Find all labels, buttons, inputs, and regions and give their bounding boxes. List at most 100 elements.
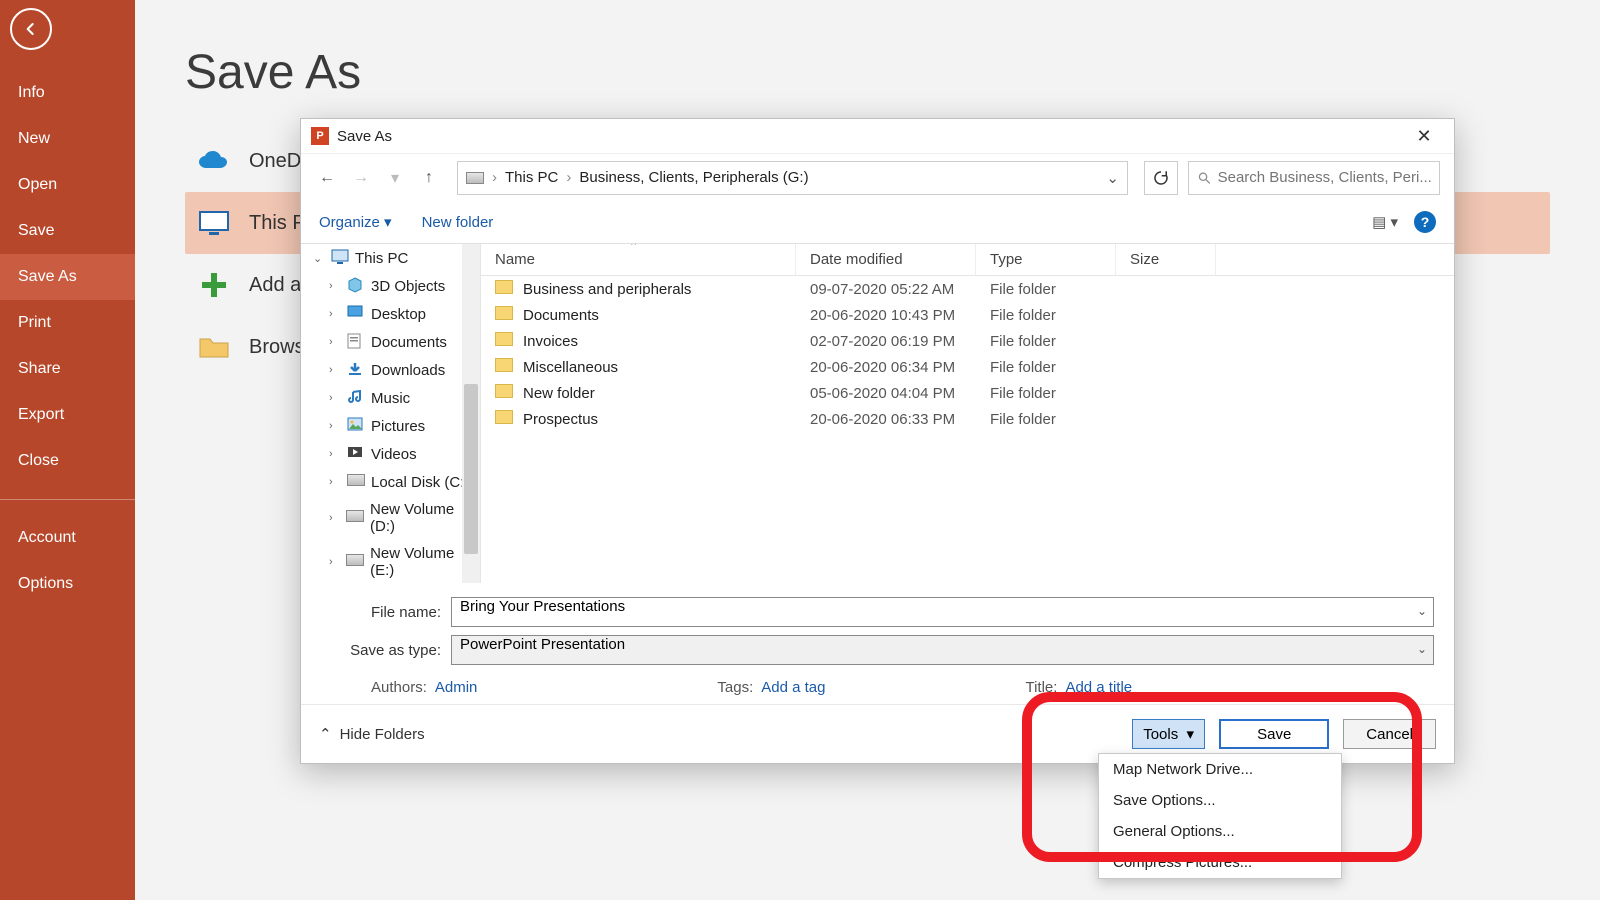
- sidebar-separator: [0, 499, 135, 500]
- tree-item[interactable]: › New Volume (D:): [301, 496, 480, 540]
- authors-value[interactable]: Admin: [435, 679, 478, 696]
- filename-label: File name:: [321, 604, 451, 621]
- tree-item[interactable]: ›New Volume (E:): [301, 540, 480, 583]
- sidebar-item-save[interactable]: Save: [0, 208, 135, 254]
- view-button[interactable]: ▤ ▾: [1372, 213, 1398, 231]
- breadcrumb-sep: ›: [566, 169, 571, 186]
- file-row[interactable]: Invoices02-07-2020 06:19 PMFile folder: [481, 328, 1454, 354]
- monitor-icon: [197, 206, 231, 240]
- filename-input[interactable]: Bring Your Presentations⌄: [451, 597, 1434, 627]
- breadcrumb-seg[interactable]: This PC: [505, 169, 558, 186]
- title-value[interactable]: Add a title: [1065, 679, 1132, 696]
- chevron-down-icon[interactable]: ⌄: [1417, 604, 1427, 618]
- tree-item[interactable]: ›Downloads: [301, 356, 480, 384]
- savetype-combo[interactable]: PowerPoint Presentation⌄: [451, 635, 1434, 665]
- chevron-icon[interactable]: ›: [329, 392, 341, 404]
- cancel-button[interactable]: Cancel: [1343, 719, 1436, 749]
- tree-scrollbar[interactable]: [462, 244, 480, 583]
- nav-back-button[interactable]: ←: [315, 166, 339, 190]
- tree-item[interactable]: ›3D Objects: [301, 272, 480, 300]
- chevron-icon[interactable]: ›: [329, 336, 341, 348]
- col-date[interactable]: Date modified: [796, 244, 976, 275]
- organize-button[interactable]: Organize ▾: [319, 213, 392, 231]
- refresh-button[interactable]: [1144, 161, 1178, 195]
- chevron-down-icon[interactable]: ⌄: [1106, 169, 1119, 187]
- chevron-icon[interactable]: ›: [329, 420, 341, 432]
- chevron-icon[interactable]: ›: [329, 308, 341, 320]
- sidebar-item-info[interactable]: Info: [0, 70, 135, 116]
- nav-recent-button[interactable]: ▾: [383, 166, 407, 190]
- help-button[interactable]: ?: [1414, 211, 1436, 233]
- menu-general-options[interactable]: General Options...: [1099, 816, 1341, 847]
- down-icon: [347, 361, 365, 379]
- search-box[interactable]: [1188, 161, 1440, 195]
- breadcrumb-sep: ›: [492, 169, 497, 186]
- menu-save-options[interactable]: Save Options...: [1099, 785, 1341, 816]
- sidebar-item-options[interactable]: Options: [0, 561, 135, 607]
- col-type[interactable]: Type: [976, 244, 1116, 275]
- sidebar-item-print[interactable]: Print: [0, 300, 135, 346]
- tree-item[interactable]: ›Videos: [301, 440, 480, 468]
- tags-value[interactable]: Add a tag: [761, 679, 825, 696]
- tree-item[interactable]: › Local Disk (C:): [301, 468, 480, 496]
- file-row[interactable]: Documents20-06-2020 10:43 PMFile folder: [481, 302, 1454, 328]
- tools-menu: Map Network Drive... Save Options... Gen…: [1098, 753, 1342, 879]
- chevron-icon[interactable]: ⌄: [313, 252, 325, 265]
- tree-item[interactable]: ›Documents: [301, 328, 480, 356]
- nav-forward-button[interactable]: →: [349, 166, 373, 190]
- pic-icon: [347, 417, 365, 435]
- col-size[interactable]: Size: [1116, 244, 1216, 275]
- menu-compress-pictures[interactable]: Compress Pictures...: [1099, 847, 1341, 878]
- breadcrumb-seg[interactable]: Business, Clients, Peripherals (G:): [579, 169, 808, 186]
- search-icon: [1197, 170, 1212, 186]
- chevron-icon[interactable]: ›: [329, 476, 341, 488]
- file-row[interactable]: New folder05-06-2020 04:04 PMFile folder: [481, 380, 1454, 406]
- sidebar-item-export[interactable]: Export: [0, 392, 135, 438]
- tree-item-label: New Volume (D:): [370, 501, 474, 535]
- breadcrumb-bar[interactable]: › This PC › Business, Clients, Periphera…: [457, 161, 1128, 195]
- file-row[interactable]: Miscellaneous20-06-2020 06:34 PMFile fol…: [481, 354, 1454, 380]
- tools-button[interactable]: Tools ▾: [1132, 719, 1205, 749]
- drive-icon: [466, 172, 484, 184]
- dialog-title: Save As: [337, 128, 1404, 145]
- chevron-down-icon[interactable]: ⌄: [1417, 642, 1427, 656]
- chevron-icon[interactable]: ›: [329, 364, 341, 376]
- saveas-dialog: P Save As ✕ ← → ▾ ↑ › This PC › Business…: [300, 118, 1455, 764]
- folder-icon: [495, 332, 513, 346]
- cloud-icon: [197, 144, 231, 178]
- sidebar-item-saveas[interactable]: Save As: [0, 254, 135, 300]
- folder-icon: [495, 306, 513, 320]
- tree-item[interactable]: ›Desktop: [301, 300, 480, 328]
- chevron-icon[interactable]: ›: [329, 448, 341, 460]
- tree-item-label: This PC: [355, 250, 408, 267]
- col-name[interactable]: Name: [481, 244, 796, 275]
- sidebar-item-share[interactable]: Share: [0, 346, 135, 392]
- tree-item[interactable]: ⌄ This PC: [301, 244, 480, 272]
- chevron-icon[interactable]: ›: [329, 556, 340, 568]
- tree-item[interactable]: ›Music: [301, 384, 480, 412]
- sidebar-item-close[interactable]: Close: [0, 438, 135, 484]
- search-input[interactable]: [1218, 169, 1431, 186]
- sidebar-item-new[interactable]: New: [0, 116, 135, 162]
- hidefolders-button[interactable]: ⌃ Hide Folders: [319, 725, 425, 743]
- back-button[interactable]: [10, 8, 52, 50]
- newfolder-button[interactable]: New folder: [422, 214, 494, 231]
- dialog-close-button[interactable]: ✕: [1404, 121, 1444, 151]
- folder-tree[interactable]: ⌄ This PC ›3D Objects›Desktop›Documents›Do…: [301, 244, 481, 583]
- tree-scrollbar-thumb[interactable]: [464, 384, 478, 554]
- file-row[interactable]: Business and peripherals09-07-2020 05:22…: [481, 276, 1454, 302]
- nav-up-button[interactable]: ↑: [417, 166, 441, 190]
- file-row[interactable]: Prospectus20-06-2020 06:33 PMFile folder: [481, 406, 1454, 432]
- file-list: ⌃ Name Date modified Type Size Business …: [481, 244, 1454, 583]
- sidebar-item-open[interactable]: Open: [0, 162, 135, 208]
- sidebar-item-account[interactable]: Account: [0, 515, 135, 561]
- chevron-icon[interactable]: ›: [329, 512, 340, 524]
- menu-map-network-drive[interactable]: Map Network Drive...: [1099, 754, 1341, 785]
- dialog-body: ⌄This PC›3D Objects›Desktop›Documents›Do…: [301, 243, 1454, 583]
- arrow-left-icon: [21, 19, 41, 39]
- save-button[interactable]: Save: [1219, 719, 1329, 749]
- tree-item-label: Local Disk (C:): [371, 474, 469, 491]
- chevron-icon[interactable]: ›: [329, 280, 341, 292]
- tree-item[interactable]: ›Pictures: [301, 412, 480, 440]
- folder-icon: [495, 280, 513, 294]
